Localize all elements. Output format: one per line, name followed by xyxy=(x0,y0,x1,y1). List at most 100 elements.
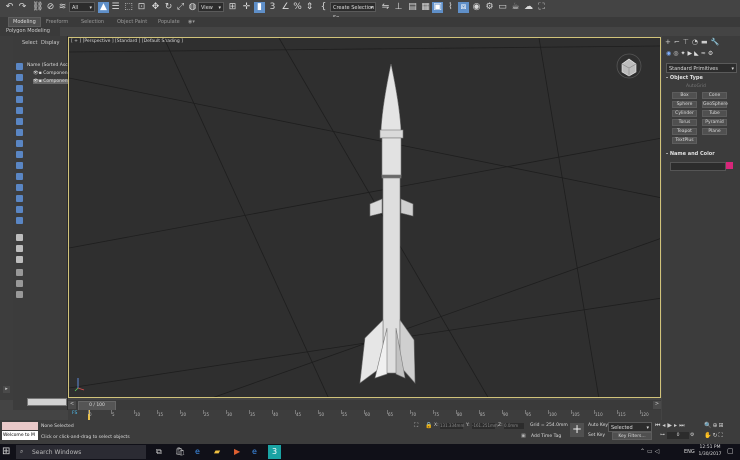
current-frame-field[interactable]: 0 xyxy=(667,432,689,439)
explorer-tab-select[interactable]: Select xyxy=(22,40,37,46)
percent-snap-icon[interactable]: % xyxy=(292,2,303,13)
lights-category-icon[interactable]: ✦ xyxy=(681,50,688,57)
spacewarps-category-icon[interactable]: ≈ xyxy=(701,50,708,57)
tray-arrow-icon[interactable]: ⌃ xyxy=(640,448,647,455)
display-space-warps-icon[interactable] xyxy=(16,118,23,125)
textplus-button[interactable]: TextPlus xyxy=(672,137,697,144)
perspective-viewport[interactable]: [ + ] [Perspective ] [Standard ] [Defaul… xyxy=(68,37,661,398)
box-button[interactable]: Box xyxy=(672,92,697,99)
shapes-category-icon[interactable]: ◎ xyxy=(673,50,680,57)
sort-icon[interactable] xyxy=(16,256,23,263)
auto-key-button[interactable]: Auto Key xyxy=(588,423,608,428)
spinner-snap-icon[interactable]: ⇕ xyxy=(304,2,315,13)
filter-icon[interactable] xyxy=(16,269,23,276)
sphere-button[interactable]: Sphere xyxy=(672,101,697,108)
time-tag-icon[interactable]: ▣ xyxy=(521,433,526,439)
name-color-rollout-title[interactable]: - Name and Color xyxy=(666,151,715,157)
layer-icon[interactable] xyxy=(16,245,23,252)
curve-editor-icon[interactable]: ⌇ xyxy=(445,2,456,13)
hierarchy-tab-icon[interactable]: ⊤ xyxy=(683,38,692,46)
rectangular-selection-icon[interactable]: ⬚ xyxy=(123,2,134,13)
select-object-icon[interactable]: ▲ xyxy=(98,2,109,13)
explorer-column-header[interactable]: Name (Sorted Ascen xyxy=(27,63,73,68)
toggle-ribbon-icon[interactable]: ▦ xyxy=(420,2,431,13)
object-name-input[interactable] xyxy=(670,162,726,171)
hierarchy-icon[interactable] xyxy=(16,234,23,241)
select-by-name-icon[interactable]: ☰ xyxy=(110,2,121,13)
y-coordinate-field[interactable]: -161.251mm xyxy=(472,423,498,429)
edit-named-selection-icon[interactable]: { xyxy=(318,2,329,13)
move-icon[interactable]: ✥ xyxy=(150,2,161,13)
eye-icon[interactable]: 👁▪ xyxy=(33,71,43,76)
selection-lock-icon[interactable]: 🔒 xyxy=(425,422,432,429)
media-player-icon[interactable]: ▶ xyxy=(234,447,240,456)
ribbon-options-icon[interactable]: ◉▾ xyxy=(188,18,195,26)
cylinder-button[interactable]: Cylinder xyxy=(672,110,697,117)
mirror-icon[interactable]: ⇋ xyxy=(380,2,391,13)
render-in-cloud-icon[interactable]: ☁ xyxy=(523,2,534,13)
find-icon[interactable] xyxy=(16,280,23,287)
set-key-plus-icon[interactable]: + xyxy=(570,423,584,437)
select-manipulate-icon[interactable]: ✛ xyxy=(241,2,252,13)
eye-icon[interactable]: 👁▪ xyxy=(33,79,43,84)
window-crossing-icon[interactable]: ⊡ xyxy=(136,2,147,13)
object-type-rollout-title[interactable]: - Object Type xyxy=(666,75,703,81)
display-xrefs-icon[interactable] xyxy=(16,140,23,147)
schematic-view-icon[interactable]: ⧈ xyxy=(458,2,469,13)
time-slider-next-icon[interactable]: > xyxy=(653,401,661,409)
list-item[interactable]: 👁▪ Componen xyxy=(33,79,68,84)
language-indicator[interactable]: ENG xyxy=(684,449,695,455)
render-production-icon[interactable]: ☕ xyxy=(510,2,521,13)
tube-button[interactable]: Tube xyxy=(702,110,727,117)
volume-icon[interactable]: ◁ xyxy=(655,448,662,455)
3ds-max-taskbar-icon[interactable]: 3 xyxy=(268,445,281,459)
undo-icon[interactable]: ↶ xyxy=(4,2,15,13)
tab-freeform[interactable]: Freeform xyxy=(46,18,68,26)
modify-tab-icon[interactable]: ⌐ xyxy=(674,38,683,46)
object-color-swatch[interactable] xyxy=(726,162,733,169)
notifications-icon[interactable]: ▢ xyxy=(727,447,734,455)
display-invert-icon[interactable] xyxy=(16,217,23,224)
display-cameras-icon[interactable] xyxy=(16,96,23,103)
key-filters-button[interactable]: Key Filters... xyxy=(612,432,652,440)
store-icon[interactable]: 🛍 xyxy=(175,447,185,456)
teapot-button[interactable]: Teapot xyxy=(672,128,697,135)
set-key-button[interactable]: Set Key xyxy=(588,433,605,438)
rendered-frame-window-icon[interactable]: ▭ xyxy=(497,2,508,13)
zoom-extents-icon[interactable]: ⊞ xyxy=(719,422,725,429)
file-explorer-icon[interactable]: ▰ xyxy=(214,447,220,456)
ie-icon[interactable]: e xyxy=(252,447,257,456)
torus-button[interactable]: Torus xyxy=(672,119,697,126)
bind-space-warp-icon[interactable]: ≋ xyxy=(57,2,68,13)
display-all-icon[interactable] xyxy=(16,195,23,202)
selection-filter-dropdown[interactable]: All xyxy=(69,2,95,13)
x-coordinate-field[interactable]: 131.334mm xyxy=(440,423,464,429)
maxscript-listener-input[interactable]: Welcome to M xyxy=(2,431,38,440)
primitive-type-dropdown[interactable]: Standard Primitives xyxy=(666,63,737,74)
tab-modeling[interactable]: Modeling xyxy=(8,17,41,27)
a360-gallery-icon[interactable]: ⛶ xyxy=(536,2,547,13)
search-box[interactable]: ⌕ Search Windows xyxy=(16,445,146,459)
angle-snap-icon[interactable]: ∠ xyxy=(280,2,291,13)
autogrid-checkbox[interactable]: AutoGrid xyxy=(686,84,706,89)
clock-time[interactable]: 12:51 PM xyxy=(698,445,722,450)
link-icon[interactable]: ⛓ xyxy=(32,2,43,13)
scale-icon[interactable]: ⤢ xyxy=(175,2,186,13)
snaps-toggle-icon[interactable]: 3 xyxy=(267,2,278,13)
explorer-tab-display[interactable]: Display xyxy=(41,40,59,46)
tab-populate[interactable]: Populate xyxy=(158,18,180,26)
edge-icon[interactable]: e xyxy=(195,447,200,456)
pivot-center-icon[interactable]: ⊞ xyxy=(227,2,238,13)
task-view-icon[interactable]: ⧉ xyxy=(156,447,162,457)
utilities-tab-icon[interactable]: 🔧 xyxy=(711,38,723,46)
list-item[interactable]: 👁▪ Componen xyxy=(33,71,68,76)
tab-selection[interactable]: Selection xyxy=(81,18,104,26)
time-configuration-icon[interactable]: ⚙ xyxy=(690,432,694,438)
tab-object-paint[interactable]: Object Paint xyxy=(117,18,147,26)
reference-coordinate-dropdown[interactable]: View xyxy=(198,2,224,13)
redo-icon[interactable]: ↷ xyxy=(17,2,28,13)
display-none-icon[interactable] xyxy=(16,206,23,213)
time-slider-prev-icon[interactable]: < xyxy=(68,401,76,409)
systems-category-icon[interactable]: ⚙ xyxy=(708,50,715,57)
named-selection-set-dropdown[interactable]: Create Selection Se xyxy=(330,2,376,21)
